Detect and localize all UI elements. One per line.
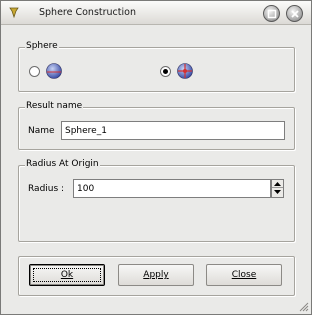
focus-rectangle [33,268,101,282]
sphere-group: Sphere [18,41,295,92]
sphere-radius-icon[interactable] [45,62,63,80]
radius-group: Radius At Origin Radius : [18,159,295,242]
radius-group-legend: Radius At Origin [25,159,100,169]
apply-button-label: Apply [143,270,169,280]
result-name-legend: Result name [25,101,84,111]
title-bar[interactable]: Sphere Construction [1,1,311,25]
arrow-up-icon [274,182,281,186]
dialog-window: Sphere Construction Sphere Result name N… [0,0,312,315]
name-label: Name [28,126,55,136]
radius-input[interactable] [73,179,271,198]
maximize-icon [267,9,277,19]
buttons-group: Ok Apply Close [18,256,295,296]
radio-sphere-radius[interactable] [29,66,40,77]
ok-button[interactable]: Ok [29,264,105,286]
result-name-group: Result name Name [18,101,295,150]
close-button[interactable]: Close [206,264,282,286]
name-input[interactable] [61,121,285,140]
radio-sphere-center-point[interactable] [160,66,171,77]
close-button-label: Close [231,270,257,280]
sphere-group-legend: Sphere [25,41,59,51]
window-title: Sphere Construction [39,7,136,18]
arrow-down-icon [274,190,281,194]
sphere-center-point-icon[interactable] [176,62,194,80]
maximize-button[interactable] [263,5,280,22]
close-window-button[interactable] [286,5,303,22]
radius-spinbox-buttons [271,179,284,198]
radius-label: Radius : [28,184,65,194]
pin-icon[interactable] [7,5,21,19]
spin-down-button[interactable] [272,188,283,196]
resize-grip-icon[interactable] [298,301,309,312]
apply-button[interactable]: Apply [118,264,194,286]
close-icon [291,10,299,18]
spin-up-button[interactable] [272,180,283,188]
